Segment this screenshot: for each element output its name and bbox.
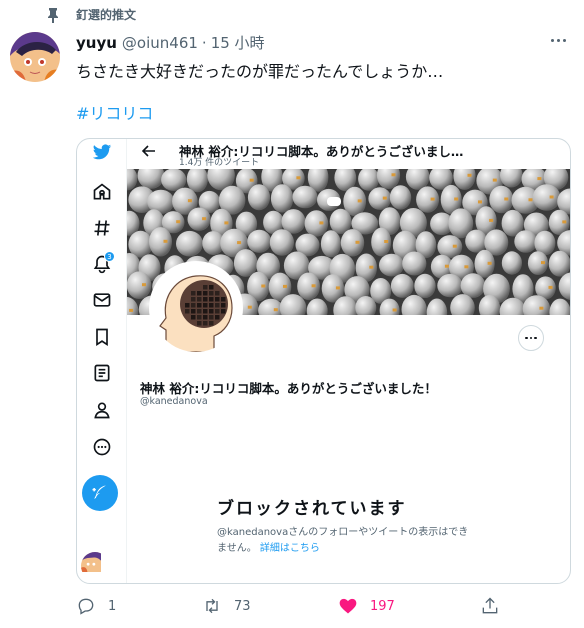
like-count: 197 (370, 598, 395, 614)
profile-more-button[interactable] (518, 325, 544, 351)
heart-filled-icon (339, 598, 357, 614)
tweet-header: yuyu @oiun461 · 15 小時 (76, 32, 564, 53)
pinned-label-row: 釘選的推文 (46, 6, 136, 23)
author-avatar[interactable] (10, 32, 60, 82)
learn-more-link[interactable]: 詳細はこちら (260, 543, 320, 554)
notifications-badge: 3 (104, 251, 115, 262)
messages-icon[interactable] (77, 287, 127, 313)
profile-handle: @kanedanova (140, 396, 208, 407)
profile-avatar[interactable] (149, 261, 243, 355)
separator-dot: · (201, 34, 207, 52)
explore-hashtag-icon[interactable] (77, 215, 127, 241)
embedded-image[interactable]: 3 神林 裕介:リコリコ脚本。ありがとうございまし… 1.4万 件のツイート 神… (76, 138, 571, 584)
hashtag-link[interactable]: #リコリコ (76, 100, 153, 124)
tweet-text: ちさたき大好きだったのが罪だったんでしょうか… (76, 62, 444, 81)
compose-feather-icon (92, 485, 106, 499)
profile-display-name: 神林 裕介:リコリコ脚本。ありがとうございました！ (140, 381, 437, 396)
lists-icon[interactable] (77, 360, 127, 386)
bookmarks-icon[interactable] (77, 324, 127, 350)
pinned-text: 釘選的推文 (76, 8, 137, 22)
retweet-button[interactable]: 73 (202, 596, 251, 616)
account-avatar[interactable] (81, 552, 109, 580)
retweet-icon (206, 598, 218, 614)
profile-topbar: 神林 裕介:リコリコ脚本。ありがとうございまし… 1.4万 件のツイート (127, 139, 570, 169)
like-button[interactable]: 197 (338, 596, 395, 616)
retweet-count: 73 (234, 598, 251, 614)
blocked-title: ブロックされています (217, 499, 407, 519)
pin-icon (48, 7, 58, 23)
notifications-icon[interactable]: 3 (77, 251, 127, 277)
author-handle[interactable]: @oiun461 (122, 34, 198, 52)
twitter-logo-icon[interactable] (77, 139, 127, 165)
home-icon[interactable] (77, 179, 127, 205)
more-menu-icon[interactable] (77, 434, 127, 460)
blocked-description: @kanedanovaさんのフォローやツイートの表示はできません。 詳細はこちら (217, 525, 472, 557)
reply-button[interactable]: 1 (76, 596, 116, 616)
profile-tweet-count: 1.4万 件のツイート (179, 158, 260, 168)
author-name[interactable]: yuyu (76, 34, 117, 52)
reply-count: 1 (108, 598, 117, 614)
share-icon (482, 597, 498, 614)
compose-tweet-button[interactable] (82, 475, 118, 511)
tweet-time[interactable]: 15 小時 (211, 32, 265, 53)
share-button[interactable] (480, 596, 500, 616)
back-arrow-icon[interactable] (141, 143, 157, 159)
blocked-description-text: @kanedanovaさんのフォローやツイートの表示はできません。 (217, 527, 469, 554)
profile-icon[interactable] (77, 397, 127, 423)
more-options-button[interactable] (546, 30, 570, 50)
reply-icon (78, 598, 94, 615)
tweet-action-bar: 1 73 197 (76, 596, 571, 622)
nav-rail: 3 (77, 139, 127, 583)
